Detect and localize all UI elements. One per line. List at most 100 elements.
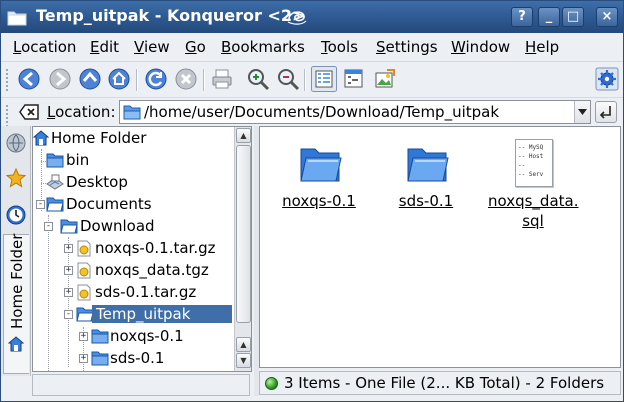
konqueror-gear-icon[interactable] xyxy=(595,67,619,91)
history-sidebar-icon[interactable] xyxy=(5,204,27,226)
expand-toggle[interactable]: + xyxy=(79,354,88,363)
scroll-down-button[interactable]: ▼ xyxy=(236,353,251,368)
menu-window[interactable]: Window xyxy=(451,38,510,56)
scroll-thumb[interactable] xyxy=(236,145,251,323)
expand-toggle[interactable]: + xyxy=(64,288,73,297)
reload-icon[interactable] xyxy=(144,67,168,91)
scroll-up-button[interactable]: ▲ xyxy=(236,337,251,352)
toolbar-separator xyxy=(136,69,138,91)
stop-icon[interactable] xyxy=(174,67,198,91)
close-button[interactable]: × xyxy=(596,7,618,27)
expand-toggle[interactable]: + xyxy=(64,266,73,275)
tree-item-home-folder[interactable]: Home Folder xyxy=(33,128,251,150)
menu-window-mnemonic: W xyxy=(451,38,466,56)
menu-window-label: indow xyxy=(465,38,511,56)
menu-help-mnemonic: H xyxy=(525,38,537,56)
tree-item-download[interactable]: - Download xyxy=(33,216,251,238)
tree-scrollbar[interactable]: ▲ ▲ ▼ xyxy=(234,127,251,371)
location-input[interactable]: /home/user/Documents/Download/Temp_uitpa… xyxy=(144,103,499,121)
file-item-name: noxqs-0.1 xyxy=(282,192,356,210)
sidebar-tab-label: Home Folder xyxy=(8,233,26,329)
file-item-noxqs-data-sql[interactable]: -- MySQ -- Host -- -- Serv noxqs_data. sq… xyxy=(488,139,579,239)
expand-toggle[interactable]: + xyxy=(64,244,73,253)
tree-item-desktop[interactable]: Desktop xyxy=(33,172,251,194)
desktop-icon xyxy=(46,174,64,190)
folder-tree[interactable]: Home Folder bin Desktop - Documents - Do… xyxy=(32,126,252,372)
sidebar-tabs: Home Folder xyxy=(1,126,31,376)
print-icon[interactable] xyxy=(210,67,234,91)
folder-open-icon xyxy=(60,219,78,234)
menu-tools[interactable]: Tools xyxy=(321,38,358,56)
tree-item-temp-uitpak[interactable]: - Temp_uitpak xyxy=(33,304,251,326)
up-icon[interactable] xyxy=(78,67,102,91)
menu-view[interactable]: View xyxy=(134,38,170,56)
tree-item-noxqs-folder[interactable]: + noxqs-0.1 xyxy=(33,326,251,348)
back-icon[interactable] xyxy=(17,67,41,91)
menu-edit[interactable]: Edit xyxy=(90,38,119,56)
icon-view-icon[interactable] xyxy=(311,66,337,92)
menu-settings-mnemonic: S xyxy=(376,38,386,56)
file-item-name: sds-0.1 xyxy=(398,192,454,210)
tree-item-label: Download xyxy=(80,217,155,235)
tree-item-label: noxqs_data.tgz xyxy=(95,261,209,279)
expand-toggle[interactable]: + xyxy=(79,332,88,341)
menu-location[interactable]: Location xyxy=(13,38,76,56)
menu-help[interactable]: Help xyxy=(525,38,559,56)
location-label-text: ocation: xyxy=(55,103,116,121)
zoom-out-icon[interactable] xyxy=(276,67,300,91)
scroll-up-button[interactable]: ▲ xyxy=(236,128,251,143)
collapse-toggle[interactable]: - xyxy=(36,200,45,209)
location-grip[interactable] xyxy=(5,104,9,128)
menu-tools-label: ools xyxy=(327,38,358,56)
menu-settings[interactable]: Settings xyxy=(376,38,438,56)
zoom-in-icon[interactable] xyxy=(246,67,270,91)
chevron-down-icon xyxy=(578,109,587,115)
folder-app-icon[interactable] xyxy=(7,7,27,27)
file-item-sds-folder[interactable]: sds-0.1 xyxy=(381,139,471,219)
sql-preview-line: -- xyxy=(518,162,526,169)
go-button[interactable] xyxy=(595,101,617,123)
title-bar[interactable]: Temp_uitpak - Konqueror <2> ? _ □ × xyxy=(1,1,623,33)
menu-go-label: o xyxy=(196,38,206,56)
tree-item-label: noxqs-0.1 xyxy=(110,327,184,345)
forward-icon[interactable] xyxy=(48,67,72,91)
tree-item-noxqs-tar-gz[interactable]: + noxqs-0.1.tar.gz xyxy=(33,238,251,260)
tree-view-icon[interactable] xyxy=(342,67,366,91)
archive-icon xyxy=(77,262,91,279)
collapse-toggle[interactable]: - xyxy=(64,310,73,319)
toolbar-separator xyxy=(203,69,205,91)
tree-status-bar xyxy=(32,374,250,396)
sidebar-tab-home-folder[interactable]: Home Folder xyxy=(3,234,29,374)
menu-go[interactable]: Go xyxy=(185,38,206,56)
location-dropdown[interactable] xyxy=(574,101,590,123)
tree-item-label: sds-0.1.tar.gz xyxy=(95,283,197,301)
network-sidebar-icon[interactable] xyxy=(5,132,27,154)
folder-icon xyxy=(407,148,449,182)
minimize-button[interactable]: _ xyxy=(538,7,560,27)
tree-item-noxqs-data-tgz[interactable]: + noxqs_data.tgz xyxy=(33,260,251,282)
clear-location-icon[interactable] xyxy=(19,104,39,120)
tree-item-bin[interactable]: bin xyxy=(33,150,251,172)
folder-icon xyxy=(91,351,109,366)
help-button[interactable]: ? xyxy=(511,7,533,27)
tree-item-label: Temp_uitpak xyxy=(92,305,232,323)
tree-item-sds-folder[interactable]: + sds-0.1 xyxy=(33,348,251,370)
menu-view-mnemonic: V xyxy=(134,38,144,56)
home-icon[interactable] xyxy=(107,67,131,91)
tree-item-documents[interactable]: - Documents xyxy=(33,194,251,216)
tree-item-sds-tar-gz[interactable]: + sds-0.1.tar.gz xyxy=(33,282,251,304)
menu-bookmarks-mnemonic: B xyxy=(221,38,232,56)
file-icon-view[interactable]: noxqs-0.1 sds-0.1 -- MySQ -- Host -- -- … xyxy=(259,126,621,368)
main-toolbar xyxy=(1,61,623,97)
folder-icon xyxy=(300,148,342,182)
sql-file-icon: -- MySQ -- Host -- -- Serv xyxy=(515,139,553,187)
collapse-toggle[interactable]: - xyxy=(44,222,53,231)
menu-bookmarks[interactable]: Bookmarks xyxy=(221,38,305,56)
tree-item-label: noxqs-0.1.tar.gz xyxy=(95,239,216,257)
location-combo[interactable]: /home/user/Documents/Download/Temp_uitpa… xyxy=(119,100,591,124)
toolbar-grip[interactable] xyxy=(5,68,9,92)
maximize-button[interactable]: □ xyxy=(562,7,584,27)
preview-icon[interactable] xyxy=(373,67,397,91)
bookmarks-sidebar-icon[interactable] xyxy=(5,167,27,189)
file-item-noxqs-folder[interactable]: noxqs-0.1 xyxy=(274,139,364,219)
